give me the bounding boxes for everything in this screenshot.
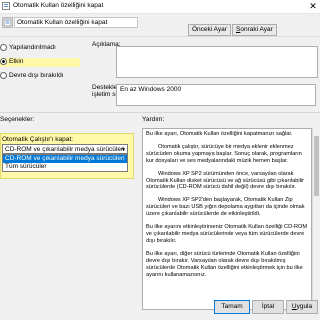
enabled-radio[interactable]: Etkin [0, 58, 80, 67]
radio-circle [0, 44, 7, 51]
chevron-down-icon: ▼ [121, 147, 126, 153]
apply-button[interactable]: Uygula [286, 300, 318, 314]
apply-label: ygula [296, 303, 313, 310]
disabled-radio[interactable]: Devre dışı bırakıldı [0, 72, 80, 81]
help-text-box: Bu ilke ayarı, Otomatik Kullan özelliğin… [142, 128, 312, 310]
window-title: Otomatik Kullan özelliğini kapat [13, 2, 104, 9]
previous-setting-button[interactable]: Önceki Ayar [188, 24, 231, 36]
next-setting-button[interactable]: Sonraki Ayar [232, 24, 277, 36]
cancel-button[interactable]: İptal [252, 300, 284, 314]
help-paragraph: Bu ilke ayarı, diğer sürücü türlerinde O… [146, 250, 303, 278]
autorun-selected-value: CD-ROM ve çıkarılabilir medya sürücüleri [5, 146, 125, 153]
ok-button[interactable]: Tamam [214, 300, 250, 314]
help-paragraph: Bu ilke ayarını etkinleştirirseniz Otoma… [146, 224, 308, 244]
close-icon[interactable]: ✕ [306, 0, 320, 13]
help-paragraph: Otomatik çalıştır, sürücüye bir medya ek… [146, 143, 302, 164]
scrollbar-thumb[interactable] [314, 136, 319, 196]
policy-icon [2, 17, 13, 28]
not-configured-label: Yapılandırılmadı [9, 44, 56, 52]
policy-name-field: Otomatik Kullan özelliğini kapat [14, 17, 138, 28]
not-configured-radio[interactable]: Yapılandırılmadı [0, 44, 80, 53]
autorun-option-label: Otomatik Çalıştır'ı kapat: [2, 136, 73, 143]
disabled-label: Devre dışı bırakıldı [9, 72, 64, 80]
divider [0, 112, 320, 113]
policy-setting-icon [2, 2, 10, 10]
radio-circle [0, 72, 7, 79]
help-section-label: Yardım: [142, 116, 165, 123]
help-paragraph: Windows XP SP2 sürümünden önce, varsayıl… [146, 170, 304, 191]
help-paragraph: Bu ilke ayarı, Otomatik Kullan özelliğin… [146, 131, 293, 137]
autorun-drives-select[interactable]: CD-ROM ve çıkarılabilir medya sürücüleri… [2, 144, 128, 154]
autorun-dropdown-list[interactable]: CD-ROM ve çıkarılabilir medya sürücüleri… [2, 154, 128, 172]
help-paragraph: Windows XP SP2'den başlayarak, Otomatik … [146, 197, 305, 218]
options-section-label: Seçenekler: [0, 116, 35, 123]
help-scrollbar[interactable] [312, 128, 320, 310]
dropdown-option[interactable]: CD-ROM ve çıkarılabilir medya sürücüleri [3, 155, 127, 163]
comment-textarea[interactable] [116, 46, 318, 78]
enabled-label: Etkin [9, 58, 24, 66]
next-label: onraki Ayar [240, 26, 273, 33]
supported-os-field: En az Windows 2000 [116, 84, 316, 106]
radio-circle [0, 58, 7, 65]
dropdown-option[interactable]: Tüm sürücüler [3, 163, 127, 171]
title-bar: Otomatik Kullan özelliğini kapat ✕ [0, 0, 320, 14]
